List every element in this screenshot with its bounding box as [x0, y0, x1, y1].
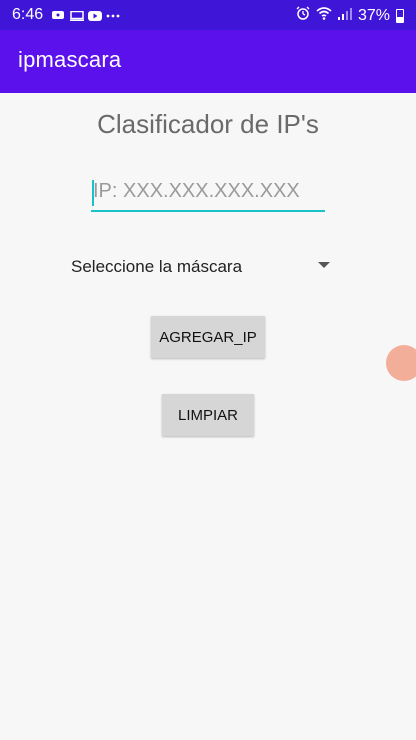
- add-ip-button[interactable]: AGREGAR_IP: [151, 316, 265, 358]
- message-icon: [52, 8, 64, 19]
- signal-icon: [337, 7, 352, 25]
- clear-button[interactable]: LIMPIAR: [162, 394, 254, 436]
- mask-spinner[interactable]: Seleccione la máscara: [62, 250, 340, 284]
- wifi-icon: [316, 6, 332, 25]
- alarm-icon: [296, 6, 310, 25]
- page-heading: Clasificador de IP's: [97, 109, 319, 139]
- battery-icon: [396, 8, 404, 23]
- battery-percent: 37%: [357, 6, 390, 24]
- more-dots-icon: [106, 8, 120, 18]
- app-title: ipmascara: [18, 47, 122, 72]
- status-time: 6:46: [12, 6, 44, 23]
- ip-input[interactable]: [91, 176, 325, 212]
- app-bar: ipmascara: [0, 30, 416, 93]
- monitor-icon: [70, 8, 84, 21]
- status-bar: 6:46 37%: [0, 0, 416, 30]
- youtube-icon: [88, 8, 102, 21]
- mask-spinner-label: Seleccione la máscara: [71, 257, 243, 276]
- status-left-icons: [52, 8, 120, 21]
- text-cursor: [92, 180, 94, 206]
- status-right-icons: 37%: [296, 6, 404, 25]
- dropdown-arrow-icon: [318, 262, 330, 268]
- touch-indicator: [386, 345, 416, 381]
